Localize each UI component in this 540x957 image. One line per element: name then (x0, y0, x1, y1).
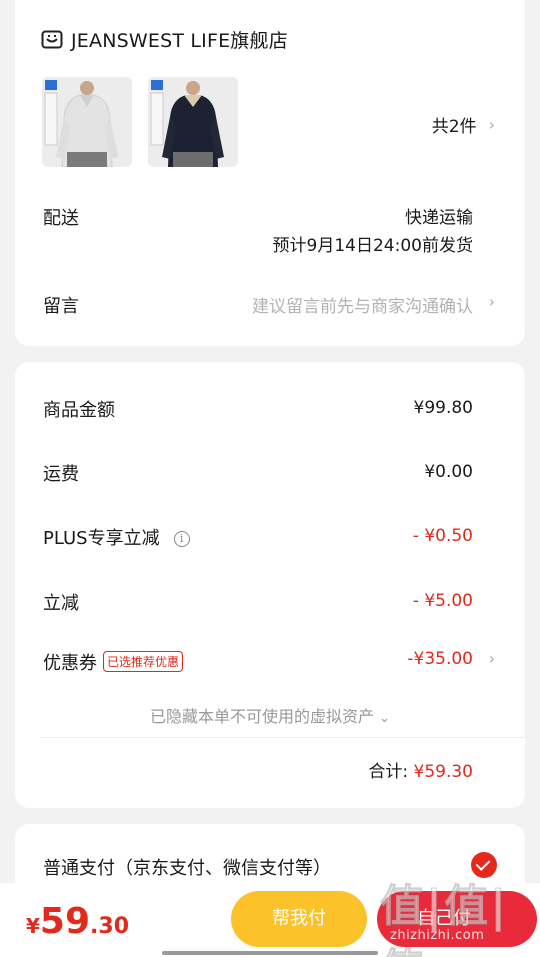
coupon-label: 优惠券 (43, 653, 97, 674)
payable-amount: ¥59.30 (26, 901, 129, 942)
hidden-assets-toggle[interactable]: 已隐藏本单不可使用的虚拟资产 ⌄ (15, 703, 525, 727)
plus-discount-label: PLUS专享立减 (43, 528, 160, 549)
amount-integer: 59 (39, 901, 91, 942)
amount-decimal: .30 (90, 914, 130, 939)
store-header[interactable]: JEANSWEST LIFE旗舰店 (41, 26, 288, 53)
shipping-method: 快递运输 (405, 208, 473, 228)
help-me-pay-button[interactable]: 帮我付 (231, 891, 367, 947)
total-label: 合计: (368, 762, 409, 782)
instant-discount-label: 立减 (43, 593, 79, 614)
freight-label: 运费 (43, 464, 79, 485)
goods-amount-label: 商品金额 (43, 400, 115, 421)
total-value: ¥59.30 (413, 762, 473, 782)
info-icon[interactable]: i (173, 531, 190, 547)
order-total: 合计: ¥59.30 (368, 757, 473, 782)
product-thumbnail-navy[interactable] (148, 77, 238, 167)
product-thumbnail-gray[interactable] (42, 77, 132, 167)
chevron-right-icon: › (488, 292, 495, 311)
chevron-right-icon: › (488, 649, 495, 668)
shipping-info: 快递运输 预计9月14日24:00前发货 (273, 204, 473, 260)
shipping-eta: 预计9月14日24:00前发货 (272, 236, 473, 256)
home-indicator[interactable] (162, 951, 378, 955)
item-count-label: 共2件 (431, 117, 477, 137)
goods-amount-value: ¥99.80 (413, 398, 473, 418)
payment-method-label[interactable]: 普通支付（京东支付、微信支付等） (43, 854, 331, 880)
chevron-down-icon: ⌄ (379, 711, 390, 726)
store-card: JEANSWEST LIFE旗舰店 共2件 › 配送 快递运输 预计9月14日2… (15, 0, 525, 346)
note-input[interactable]: 建议留言前先与商家沟通确认 (252, 292, 473, 317)
coupon-row[interactable]: 优惠券 已选推荐优惠 (43, 649, 184, 675)
currency-symbol: ¥ (26, 914, 40, 938)
freight-value: ¥0.00 (424, 462, 473, 482)
shipping-label: 配送 (43, 208, 79, 229)
divider (41, 737, 525, 738)
checkout-bar: ¥59.30 帮我付 自己付 (0, 883, 540, 957)
instant-discount-value: - ¥5.00 (412, 591, 473, 611)
plus-discount-value: - ¥0.50 (412, 526, 473, 546)
store-name: JEANSWEST LIFE旗舰店 (71, 30, 288, 52)
plus-discount-row: PLUS专享立减 i (43, 524, 190, 550)
note-label: 留言 (43, 296, 79, 317)
price-summary-card: 商品金额 ¥99.80 运费 ¥0.00 PLUS专享立减 i - ¥0.50 立… (15, 362, 525, 808)
item-count-link[interactable]: 共2件 › (432, 112, 495, 137)
store-icon (41, 30, 63, 50)
coupon-value: -¥35.00 (407, 649, 473, 669)
hidden-assets-text: 已隐藏本单不可使用的虚拟资产 (149, 707, 374, 726)
coupon-selected-badge: 已选推荐优惠 (103, 651, 184, 672)
chevron-right-icon: › (488, 115, 495, 134)
checkmark-icon[interactable] (471, 852, 497, 878)
pay-myself-button[interactable]: 自己付 (377, 891, 537, 947)
